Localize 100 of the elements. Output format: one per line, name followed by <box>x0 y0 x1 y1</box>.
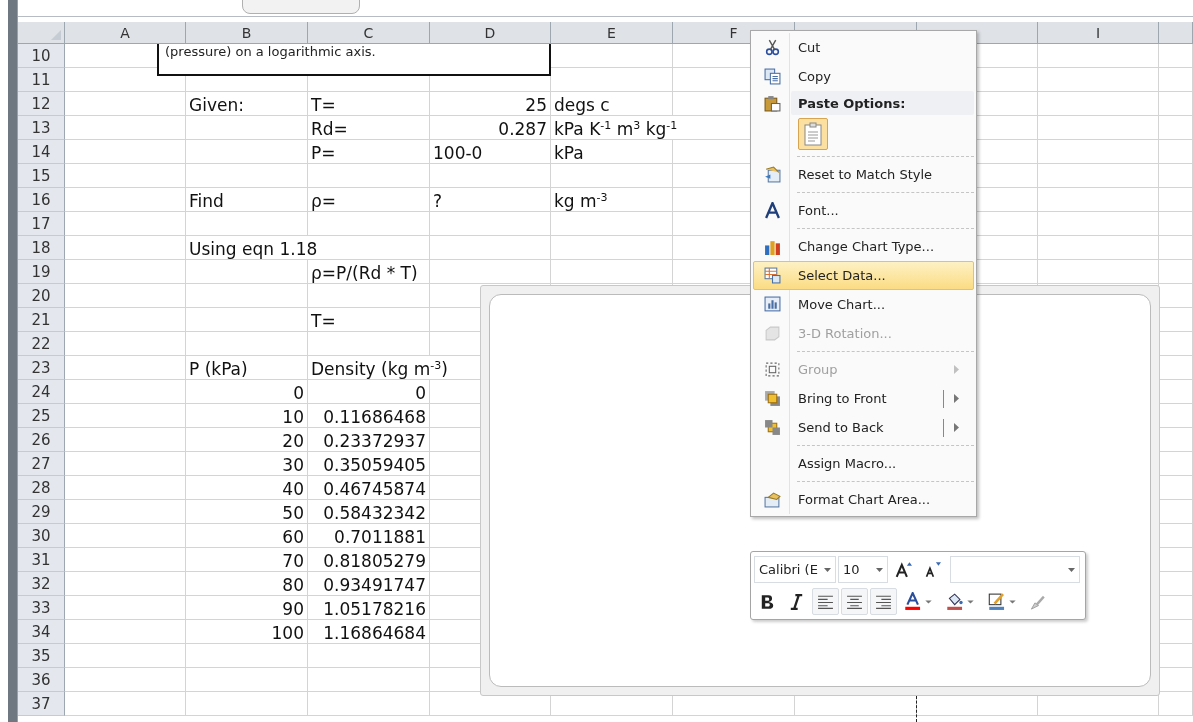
table-chart-icon <box>763 267 781 284</box>
table-cell: 0.35059405 <box>308 452 430 476</box>
column-header[interactable]: E <box>551 22 673 44</box>
table-cell <box>1159 164 1193 188</box>
row-header[interactable]: 21 <box>18 308 65 332</box>
font-name-field[interactable]: Calibri (E <box>754 556 836 583</box>
row-header[interactable]: 26 <box>18 428 65 452</box>
row-header[interactable]: 10 <box>18 44 65 68</box>
table-cell: 25 <box>430 92 551 116</box>
triangle-icon <box>51 30 61 40</box>
menu-item[interactable]: Font... <box>753 196 974 225</box>
table-cell: 0.46745874 <box>308 476 430 500</box>
row-header[interactable]: 24 <box>18 380 65 404</box>
table-cell: Find <box>186 188 308 212</box>
table-cell: ? <box>430 188 551 212</box>
menu-item[interactable]: Move Chart... <box>753 290 974 319</box>
row-header[interactable]: 28 <box>18 476 65 500</box>
table-cell: 90 <box>186 596 308 620</box>
table-cell <box>1159 44 1193 68</box>
table-cell <box>1159 68 1193 92</box>
table-cell: 0 <box>308 380 430 404</box>
menu-item[interactable]: Change Chart Type... <box>753 232 974 261</box>
table-cell: kPa <box>551 140 673 164</box>
row-header[interactable]: 12 <box>18 92 65 116</box>
menu-item[interactable]: Select Data... <box>753 261 974 290</box>
table-cell: Given: <box>186 92 308 116</box>
table-cell: 0.7011881 <box>308 524 430 548</box>
table-cell: 60 <box>186 524 308 548</box>
table-cell <box>1159 236 1193 260</box>
bring-front-icon <box>763 390 781 407</box>
row-header[interactable]: 23 <box>18 356 65 380</box>
table-cell <box>1159 260 1193 284</box>
align-left-icon[interactable] <box>812 588 839 615</box>
row-header[interactable]: 31 <box>18 548 65 572</box>
table-cell: 1.16864684 <box>308 620 430 644</box>
row-header[interactable]: 19 <box>18 260 65 284</box>
column-header[interactable]: D <box>430 22 551 44</box>
table-cell: kg m$^{-3}$ <box>551 188 673 212</box>
table-cell: 0 <box>186 380 308 404</box>
table-cell: Using eqn 1.18 <box>186 236 430 260</box>
column-header[interactable]: A <box>65 22 186 44</box>
table-cell: degs c <box>551 92 673 116</box>
clipboard-icon <box>763 94 781 112</box>
column-header[interactable]: I <box>1038 22 1159 44</box>
table-cell: 50 <box>186 500 308 524</box>
row-header[interactable]: 25 <box>18 404 65 428</box>
table-cell: 100-0 <box>430 140 551 164</box>
row-header[interactable]: 36 <box>18 668 65 692</box>
menu-item[interactable]: Format Chart Area... <box>753 485 974 514</box>
dashed-line <box>916 696 917 722</box>
row-header[interactable]: 33 <box>18 596 65 620</box>
table-cell: 1.05178216 <box>308 596 430 620</box>
row-header[interactable]: 13 <box>18 116 65 140</box>
row-header[interactable]: 14 <box>18 140 65 164</box>
row-header[interactable]: 32 <box>18 572 65 596</box>
row-header[interactable]: 22 <box>18 332 65 356</box>
table-cell: 0.287 <box>430 116 551 140</box>
row-header[interactable]: 11 <box>18 68 65 92</box>
menu-item[interactable]: Reset to Match Style <box>753 160 974 189</box>
table-cell: 30 <box>186 452 308 476</box>
cube-icon <box>763 325 781 342</box>
column-header[interactable]: C <box>308 22 430 44</box>
menu-item[interactable]: Send to Back <box>753 413 974 442</box>
row-header[interactable]: 20 <box>18 284 65 308</box>
table-cell: 0.93491747 <box>308 572 430 596</box>
table-cell <box>1159 692 1193 716</box>
align-center-icon[interactable] <box>841 588 868 615</box>
align-right-icon[interactable] <box>870 588 897 615</box>
column-header[interactable]: B <box>186 22 308 44</box>
table-cell: P (kPa) <box>186 356 308 380</box>
menu-item[interactable]: Bring to Front <box>753 384 974 413</box>
row-header[interactable]: 16 <box>18 188 65 212</box>
group-icon <box>763 361 781 378</box>
table-cell: 40 <box>186 476 308 500</box>
table-cell <box>1159 92 1193 116</box>
table-cell: 0.11686468 <box>308 404 430 428</box>
table-cell: 10 <box>186 404 308 428</box>
row-header[interactable]: 17 <box>18 212 65 236</box>
text-box[interactable]: (pressure) on a logarithmic axis. <box>157 44 551 76</box>
row-header[interactable]: 15 <box>18 164 65 188</box>
row-header[interactable]: 37 <box>18 692 65 716</box>
table-cell: ρ=P/(Rd * T) <box>308 260 430 284</box>
table-cell <box>1159 188 1193 212</box>
table-cell <box>1159 212 1193 236</box>
row-header[interactable]: 35 <box>18 644 65 668</box>
scroll-bar[interactable] <box>8 0 18 722</box>
reset-style-icon <box>763 166 781 183</box>
dropdown-arrow-icon <box>824 567 831 572</box>
table-cell: 0.58432342 <box>308 500 430 524</box>
menu-item[interactable]: Assign Macro... <box>753 449 974 478</box>
row-header[interactable]: 18 <box>18 236 65 260</box>
row-header[interactable]: 29 <box>18 500 65 524</box>
row-header[interactable]: 30 <box>18 524 65 548</box>
row-header[interactable]: 34 <box>18 620 65 644</box>
row-header[interactable]: 27 <box>18 452 65 476</box>
format-area-icon <box>763 491 781 508</box>
menu-item[interactable]: Copy <box>753 62 974 91</box>
table-cell: 0.81805279 <box>308 548 430 572</box>
table-cell <box>1159 140 1193 164</box>
font-size-field[interactable]: 10 <box>838 556 888 583</box>
